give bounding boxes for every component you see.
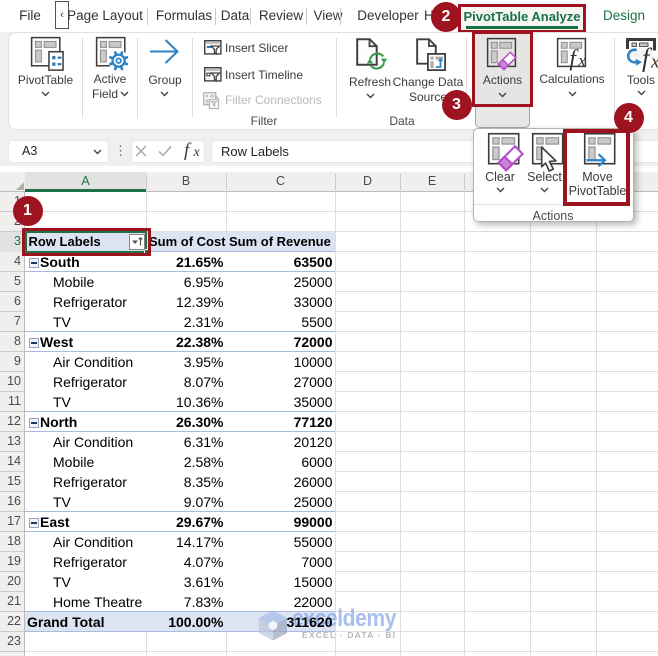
svg-text:f: f <box>184 140 192 161</box>
svg-text:x: x <box>650 52 658 73</box>
svg-text:x: x <box>193 145 201 160</box>
svg-text:x: x <box>577 51 586 70</box>
